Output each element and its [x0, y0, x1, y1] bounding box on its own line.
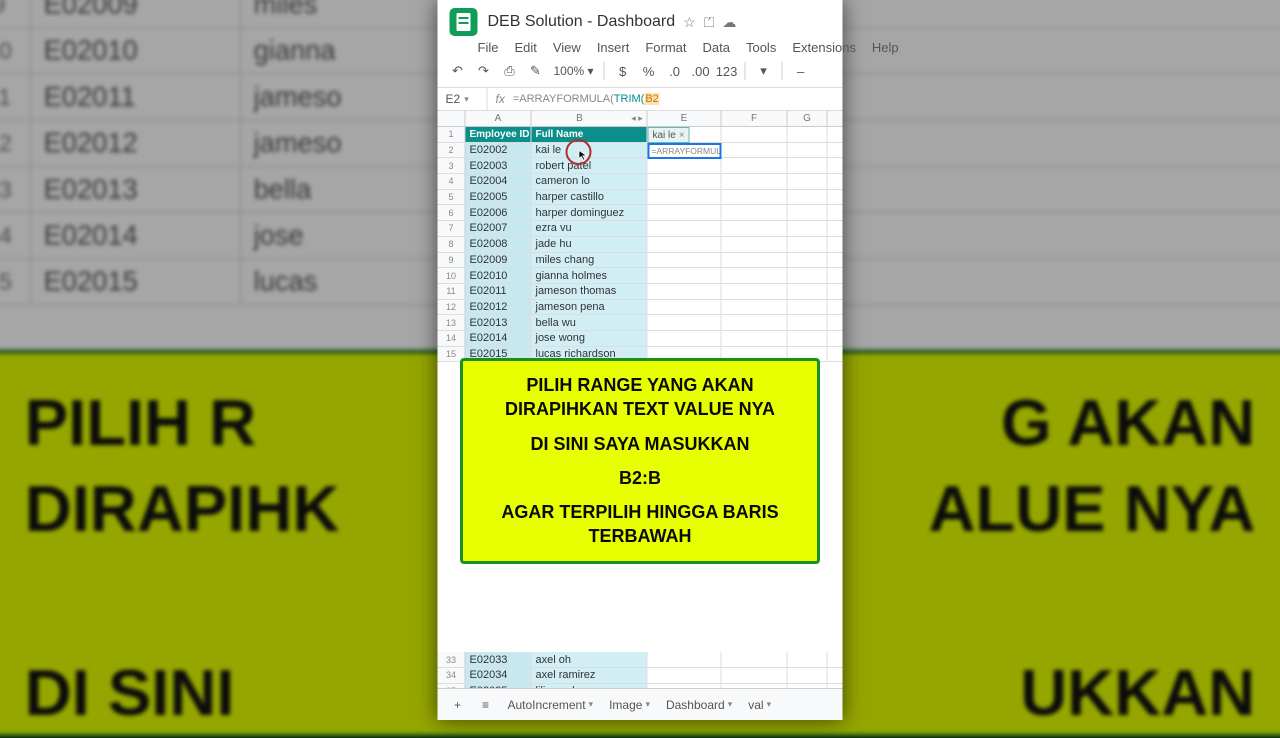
col-header[interactable]: F	[722, 111, 788, 126]
table-row[interactable]: 14E02014jose wong	[438, 331, 843, 347]
close-icon[interactable]: ×	[679, 130, 685, 141]
menu-insert[interactable]: Insert	[597, 40, 630, 55]
table-row[interactable]: 33E02033axel oh	[438, 652, 843, 668]
table-row[interactable]: 9E02009miles chang	[438, 253, 843, 269]
formula-bar: E2▾ fx =ARRAYFORMULA(TRIM(B2	[438, 88, 843, 111]
table-row[interactable]: 3E02003robert patel	[438, 158, 843, 174]
table-row[interactable]: 2E02002kai le	[438, 143, 843, 159]
active-cell-e2[interactable]: =ARRAYFORMULA(TRIM(B2	[648, 143, 722, 159]
table-row[interactable]: 6E02006harper dominguez	[438, 205, 843, 221]
zoom-select[interactable]: 100% ▾	[550, 64, 598, 78]
menu-edit[interactable]: Edit	[514, 40, 536, 55]
table-row[interactable]: 8E02008jade hu	[438, 237, 843, 253]
col-header[interactable]: A	[466, 111, 532, 126]
percent-button[interactable]: %	[637, 59, 661, 83]
sheets-logo-icon	[450, 8, 478, 36]
col-header[interactable]: G	[788, 111, 828, 126]
all-sheets-button[interactable]: ≡	[474, 698, 498, 712]
menu-view[interactable]: View	[553, 40, 581, 55]
sheet-tab-autoincrement[interactable]: AutoIncrement▾	[502, 694, 600, 716]
menu-help[interactable]: Help	[872, 40, 899, 55]
table-row[interactable]: 5E02005harper castillo	[438, 190, 843, 206]
sheet-tab-dashboard[interactable]: Dashboard▾	[660, 694, 738, 716]
doc-title[interactable]: DEB Solution - Dashboard ☆ ⏍ ☁	[488, 13, 831, 31]
print-button[interactable]: ⎙	[498, 59, 522, 83]
cloud-icon: ☁	[722, 14, 736, 31]
menu-data[interactable]: Data	[703, 40, 730, 55]
fx-icon: fx	[488, 92, 513, 106]
menu-extensions[interactable]: Extensions	[792, 40, 856, 55]
formula-preview-tooltip: kai le×	[648, 127, 690, 143]
toolbar: ↶ ↷ ⎙ ✎ 100% ▾ $ % .0 .00 123 ▾ –	[438, 55, 843, 88]
sheet-tab-image[interactable]: Image▾	[603, 694, 656, 716]
table-row[interactable]: 34E02034axel ramirez	[438, 668, 843, 684]
formula-input[interactable]: =ARRAYFORMULA(TRIM(B2	[513, 93, 660, 105]
paint-format-button[interactable]: ✎	[524, 59, 548, 83]
more-formats-button[interactable]: 123	[715, 59, 739, 83]
table-row[interactable]: 12E02012jameson pena	[438, 300, 843, 316]
table-row[interactable]: 35E02035liliana chang	[438, 684, 843, 688]
star-icon[interactable]: ☆	[683, 14, 696, 31]
add-sheet-button[interactable]: +	[446, 698, 470, 712]
titlebar: DEB Solution - Dashboard ☆ ⏍ ☁	[438, 0, 843, 38]
redo-button[interactable]: ↷	[472, 59, 496, 83]
name-box[interactable]: E2▾	[438, 88, 488, 110]
menu-format[interactable]: Format	[645, 40, 686, 55]
table-row[interactable]: 1Employee IDFull Name	[438, 127, 843, 143]
instruction-overlay: PILIH RANGE YANG AKAN DIRAPIHKAN TEXT VA…	[460, 358, 820, 564]
sheet-tabs: + ≡ AutoIncrement▾Image▾Dashboard▾val▾	[438, 688, 843, 720]
table-row[interactable]: 11E02011jameson thomas	[438, 284, 843, 300]
increase-decimal-button[interactable]: .00	[689, 59, 713, 83]
table-row[interactable]: 7E02007ezra vu	[438, 221, 843, 237]
menu-tools[interactable]: Tools	[746, 40, 776, 55]
move-icon[interactable]: ⏍	[704, 14, 715, 31]
undo-button[interactable]: ↶	[446, 59, 470, 83]
table-row[interactable]: 10E02010gianna holmes	[438, 268, 843, 284]
sheet-tab-val[interactable]: val▾	[742, 694, 777, 716]
menu-file[interactable]: File	[478, 40, 499, 55]
table-row[interactable]: 13E02013bella wu	[438, 315, 843, 331]
font-dropdown[interactable]: ▾	[752, 59, 776, 83]
table-row[interactable]: 4E02004cameron lo	[438, 174, 843, 190]
column-headers: A B ◂ ▸ E F G	[438, 111, 843, 127]
col-header[interactable]: B	[532, 111, 628, 126]
decrease-decimal-button[interactable]: .0	[663, 59, 687, 83]
col-header[interactable]: E	[648, 111, 722, 126]
minus-button[interactable]: –	[789, 59, 813, 83]
menu-bar: FileEditViewInsertFormatDataToolsExtensi…	[438, 40, 843, 55]
currency-button[interactable]: $	[611, 59, 635, 83]
